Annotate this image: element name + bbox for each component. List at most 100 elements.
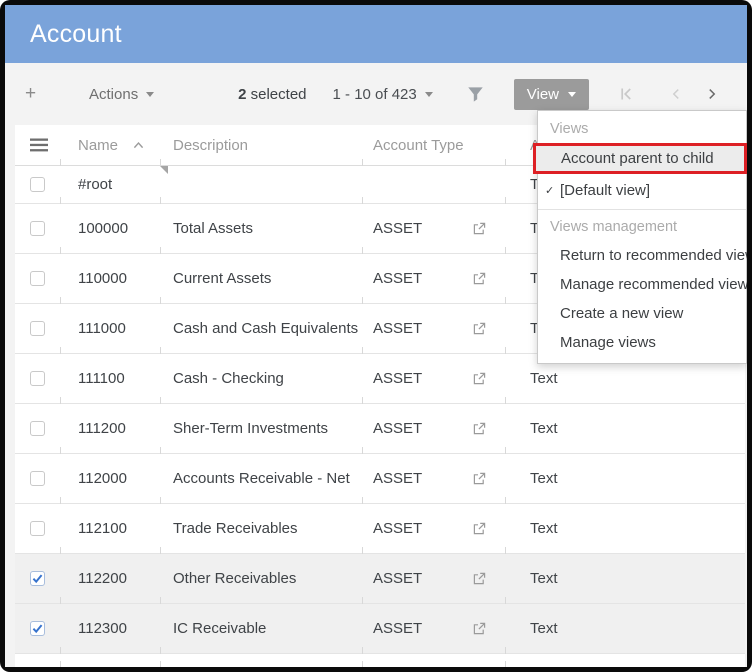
pagination-controls (615, 85, 723, 103)
row-checkbox[interactable] (30, 421, 45, 436)
cell-description: Cash and Cash Equivalents (173, 320, 358, 337)
cell-text: Text (530, 620, 558, 637)
filter-button[interactable] (467, 86, 484, 103)
menu-item[interactable]: Account parent to child (533, 143, 747, 174)
external-link-icon[interactable] (472, 572, 486, 586)
external-link-icon[interactable] (472, 272, 486, 286)
menu-item[interactable]: [Default view] (538, 176, 746, 205)
row-checkbox[interactable] (30, 321, 45, 336)
view-button-label: View (527, 86, 559, 103)
cell-name: #root (78, 176, 112, 193)
menu-item-label: Return to recommended view (560, 247, 747, 264)
external-link-icon[interactable] (472, 622, 486, 636)
table-menu-button[interactable] (15, 125, 60, 165)
external-link-icon[interactable] (472, 472, 486, 486)
view-dropdown-button[interactable]: View (514, 79, 589, 110)
checkmark-icon (31, 622, 44, 635)
cell-name: 112100 (78, 520, 127, 537)
row-checkbox[interactable] (30, 471, 45, 486)
cell-text: Text (530, 420, 558, 437)
chevron-down-icon (425, 92, 433, 97)
row-checkbox[interactable] (30, 571, 45, 586)
cell-account-type: ASSET (373, 570, 422, 587)
external-link-icon[interactable] (472, 422, 486, 436)
first-page-button[interactable] (615, 85, 637, 103)
title-bar: Account (5, 5, 747, 63)
cell-text: Text (530, 370, 558, 387)
table-row[interactable]: 112200 Other Receivables ASSET Text (15, 554, 745, 604)
menu-item[interactable]: Manage recommended views (538, 270, 746, 299)
cell-description: Other Receivables (173, 570, 296, 587)
app-window: Account + Actions 2 selected 1 - 10 of 4… (5, 5, 747, 667)
sort-ascending-icon (133, 141, 144, 149)
menu-item[interactable]: Return to recommended view (538, 241, 746, 270)
cell-text: Text (530, 570, 558, 587)
table-row[interactable]: 111200 Sher-Term Investments ASSET Text (15, 404, 745, 454)
add-button[interactable]: + (25, 83, 45, 105)
row-checkbox[interactable] (30, 621, 45, 636)
row-checkbox[interactable] (30, 521, 45, 536)
cell-description: Accounts Receivable - Net (173, 470, 350, 487)
table-row-partial (15, 654, 745, 667)
cell-name: 111000 (78, 320, 126, 337)
row-checkbox[interactable] (30, 371, 45, 386)
cell-account-type: ASSET (373, 220, 422, 237)
col-header-description[interactable]: Description (160, 125, 362, 165)
cell-account-type: ASSET (373, 320, 422, 337)
cell-description: Sher-Term Investments (173, 420, 328, 437)
chevron-down-icon (146, 92, 154, 97)
cell-description: Trade Receivables (173, 520, 298, 537)
cell-account-type: ASSET (373, 370, 422, 387)
row-checkbox[interactable] (30, 177, 45, 192)
pagination-range-dropdown[interactable]: 1 - 10 of 423 (333, 86, 433, 103)
cell-name: 100000 (78, 220, 128, 237)
cell-name: 112300 (78, 620, 127, 637)
menu-item-label: [Default view] (560, 182, 650, 199)
previous-page-button[interactable] (665, 86, 687, 102)
cell-name: 112200 (78, 570, 127, 587)
external-link-icon[interactable] (472, 372, 486, 386)
chevron-right-icon (704, 86, 720, 102)
first-page-icon (617, 85, 635, 103)
col-header-account-type-label: Account Type (373, 137, 464, 154)
row-checkbox[interactable] (30, 271, 45, 286)
menu-item[interactable]: Manage views (538, 328, 746, 357)
col-header-name[interactable]: Name (60, 125, 160, 165)
cell-name: 111200 (78, 420, 126, 437)
cell-corner-marker (160, 166, 168, 174)
menu-item[interactable]: Create a new view (538, 299, 746, 328)
cell-account-type: ASSET (373, 270, 422, 287)
checkmark-icon (31, 572, 44, 585)
row-checkbox[interactable] (30, 221, 45, 236)
menu-divider (538, 209, 746, 210)
cell-text: Text (530, 520, 558, 537)
cell-name: 110000 (78, 270, 127, 287)
next-page-button[interactable] (701, 86, 723, 102)
actions-label: Actions (89, 86, 138, 103)
actions-dropdown-button[interactable]: Actions (89, 86, 154, 103)
col-header-description-label: Description (173, 137, 248, 154)
table-row[interactable]: 112300 IC Receivable ASSET Text (15, 604, 745, 654)
cell-name: 111100 (78, 370, 125, 387)
table-row[interactable]: 112100 Trade Receivables ASSET Text (15, 504, 745, 554)
selected-count-suffix: selected (246, 86, 306, 103)
cell-description: IC Receivable (173, 620, 266, 637)
chevron-down-icon (568, 92, 576, 97)
view-dropdown-menu: ViewsAccount parent to child[Default vie… (537, 110, 747, 364)
menu-section-header: Views (538, 114, 746, 143)
pagination-range-label: 1 - 10 of 423 (333, 86, 417, 103)
cell-account-type: ASSET (373, 520, 422, 537)
selected-count: 2 selected (238, 86, 306, 103)
hamburger-icon (30, 138, 48, 152)
col-header-account-type[interactable]: Account Type (362, 125, 505, 165)
cell-description: Cash - Checking (173, 370, 284, 387)
external-link-icon[interactable] (472, 522, 486, 536)
external-link-icon[interactable] (472, 322, 486, 336)
table-row[interactable]: 112000 Accounts Receivable - Net ASSET T… (15, 454, 745, 504)
menu-item-label: Create a new view (560, 305, 683, 322)
cell-description: Current Assets (173, 270, 271, 287)
menu-item-label: Manage views (560, 334, 656, 351)
menu-item-label: Manage recommended views (560, 276, 747, 293)
cell-text: Text (530, 470, 558, 487)
external-link-icon[interactable] (472, 222, 486, 236)
